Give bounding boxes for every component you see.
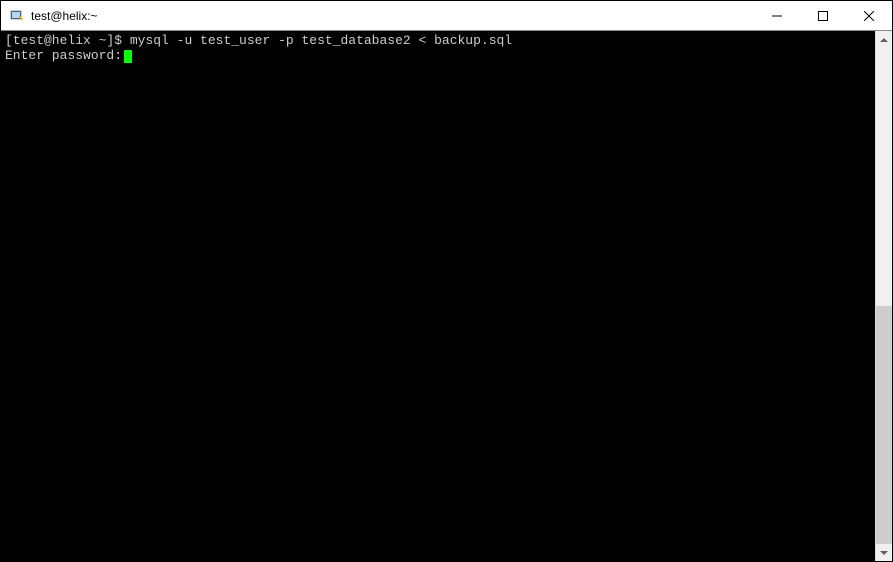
putty-icon: [9, 8, 25, 24]
scroll-up-arrow[interactable]: [876, 31, 892, 48]
terminal-cursor: [124, 50, 132, 63]
close-button[interactable]: [846, 1, 892, 30]
scroll-thumb[interactable]: [876, 306, 892, 544]
scroll-down-arrow[interactable]: [876, 544, 892, 561]
window-titlebar: test@helix:~: [1, 1, 892, 31]
minimize-button[interactable]: [754, 1, 800, 30]
terminal-line: Enter password:: [5, 48, 871, 63]
maximize-button[interactable]: [800, 1, 846, 30]
terminal-line: [test@helix ~]$ mysql -u test_user -p te…: [5, 33, 871, 48]
window-title: test@helix:~: [31, 9, 754, 23]
vertical-scrollbar[interactable]: [875, 31, 892, 561]
window-controls: [754, 1, 892, 30]
terminal[interactable]: [test@helix ~]$ mysql -u test_user -p te…: [1, 31, 875, 561]
scroll-track[interactable]: [876, 48, 892, 544]
command-text: mysql -u test_user -p test_database2 < b…: [130, 33, 512, 48]
password-prompt: Enter password:: [5, 48, 122, 63]
terminal-container: [test@helix ~]$ mysql -u test_user -p te…: [1, 31, 892, 561]
shell-prompt: [test@helix ~]$: [5, 33, 122, 48]
